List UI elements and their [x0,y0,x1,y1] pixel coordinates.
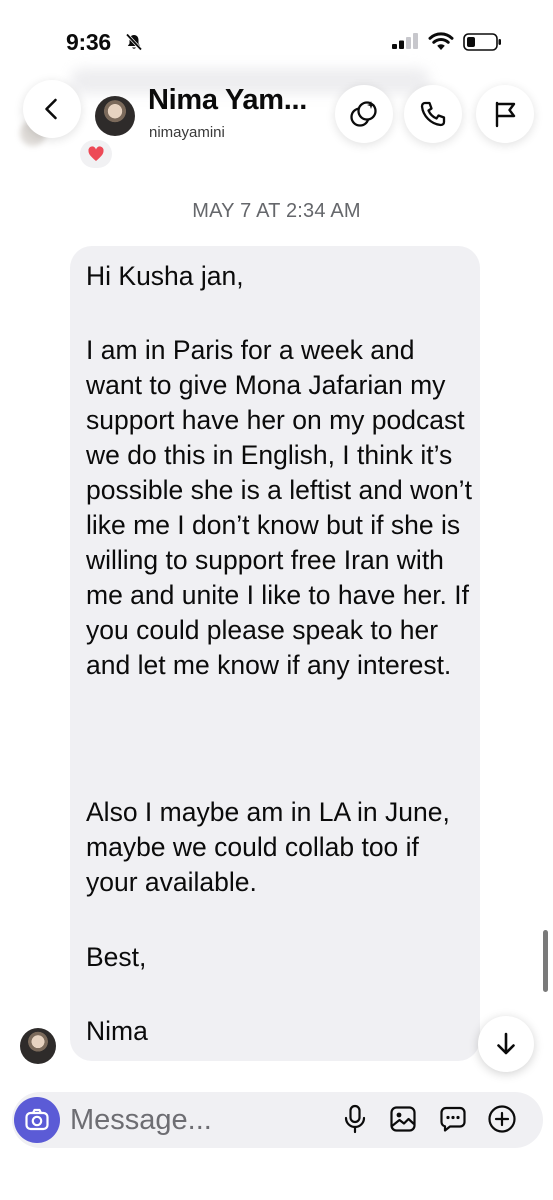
microphone-button[interactable] [340,1104,370,1134]
message-input[interactable] [70,1100,260,1140]
wifi-icon [428,31,454,56]
message-followup: Also I maybe am in LA in June, maybe we … [86,797,450,897]
message-signoff: Best, [86,942,147,972]
message-greeting: Hi Kusha jan, [86,261,244,291]
battery-icon [463,33,503,56]
chat-bubble-icon [440,1106,466,1132]
effects-button[interactable] [335,85,393,143]
gallery-button[interactable] [388,1104,418,1134]
contact-handle[interactable]: nimayamini [149,124,225,141]
message-body: I am in Paris for a week and want to giv… [86,335,472,680]
call-button[interactable] [404,85,462,143]
scroll-to-bottom-button[interactable] [478,1016,534,1072]
contact-name[interactable]: Nima Yam... [148,84,307,117]
report-button[interactable] [476,85,534,143]
bell-muted-icon [124,32,144,57]
more-options-button[interactable] [487,1104,517,1134]
plus-circle-icon [488,1105,516,1133]
cellular-signal-icon [392,33,420,54]
phone-icon [420,101,446,127]
sender-avatar[interactable] [20,1028,56,1064]
flag-icon [495,101,516,128]
date-separator: MAY 7 AT 2:34 AM [192,200,361,222]
status-time: 9:36 [66,29,111,55]
scrollbar[interactable] [543,930,548,992]
microphone-icon [344,1104,366,1134]
arrow-down-icon [497,1032,515,1055]
back-button[interactable] [23,80,81,138]
camera-icon [25,1108,49,1131]
sticker-button[interactable] [438,1104,468,1134]
image-icon [390,1106,416,1132]
chevron-left-icon [45,98,57,120]
contact-avatar[interactable] [95,96,135,136]
sparkle-effects-icon [350,101,377,127]
message-signature: Nima [86,1016,148,1046]
camera-button[interactable] [14,1097,60,1143]
